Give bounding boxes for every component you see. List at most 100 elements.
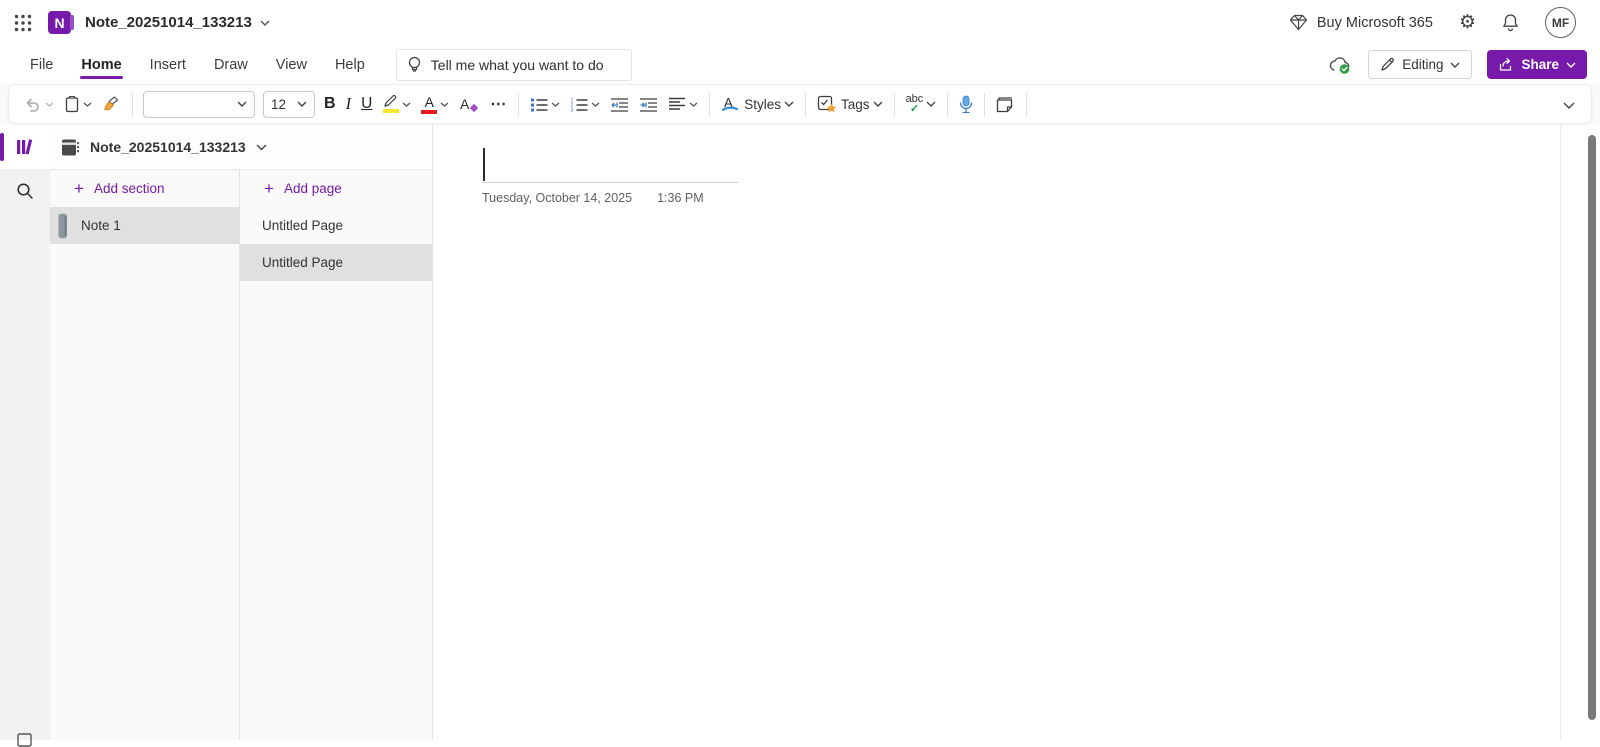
avatar-initials: MF: [1552, 16, 1569, 30]
add-section-button[interactable]: + Add section: [50, 170, 239, 207]
document-title-menu[interactable]: Note_20251014_133213: [85, 14, 270, 31]
premium-diamond-icon: [1289, 14, 1308, 31]
share-icon: [1498, 57, 1514, 72]
chevron-down-icon: [926, 101, 936, 107]
settings-gear-icon[interactable]: ⚙: [1459, 13, 1476, 32]
notifications-bell-icon[interactable]: [1502, 13, 1519, 32]
add-page-button[interactable]: + Add page: [240, 170, 432, 207]
dictate-button[interactable]: [954, 89, 978, 119]
chevron-down-icon: [591, 102, 600, 107]
tell-me-placeholder: Tell me what you want to do: [431, 57, 604, 73]
styles-button[interactable]: A Styles: [716, 89, 799, 119]
account-avatar[interactable]: MF: [1545, 7, 1576, 38]
page-time: 1:36 PM: [657, 191, 704, 205]
page-canvas[interactable]: Tuesday, October 14, 2025 1:36 PM: [433, 125, 1600, 740]
add-section-label: Add section: [94, 181, 165, 196]
toolbar-divider: [518, 93, 519, 116]
page-label: Untitled Page: [262, 255, 343, 270]
more-formatting-button[interactable]: ⋯: [485, 89, 512, 119]
spellcheck-icon: abc ✓: [906, 94, 924, 114]
underline-button[interactable]: U: [356, 89, 377, 119]
lightbulb-icon: [407, 56, 422, 74]
outdent-button[interactable]: [605, 89, 634, 119]
indent-icon: [639, 97, 658, 112]
plus-icon: +: [74, 180, 84, 197]
buy-label: Buy Microsoft 365: [1317, 15, 1433, 31]
text-cursor: [483, 148, 485, 181]
italic-button[interactable]: I: [341, 89, 357, 119]
notebook-header[interactable]: Note_20251014_133213: [50, 125, 433, 170]
undo-button[interactable]: [19, 89, 59, 119]
font-size-select[interactable]: 12: [263, 91, 315, 118]
chevron-down-icon: [873, 101, 883, 107]
alignment-button[interactable]: [663, 89, 703, 119]
collapse-ribbon-button[interactable]: [1563, 85, 1575, 125]
paste-button[interactable]: [59, 89, 97, 119]
chevron-down-icon: [551, 102, 560, 107]
chevron-down-icon: [402, 102, 411, 107]
tags-button[interactable]: Tags: [812, 89, 888, 119]
align-text-icon: [668, 97, 686, 111]
chevron-down-icon: [1563, 102, 1575, 109]
buy-microsoft-365-button[interactable]: Buy Microsoft 365: [1289, 14, 1433, 31]
highlight-button[interactable]: [377, 89, 416, 119]
microphone-icon: [959, 95, 973, 114]
toolbar-divider: [1026, 93, 1027, 116]
page-date: Tuesday, October 14, 2025: [482, 191, 632, 205]
tab-file[interactable]: File: [16, 45, 67, 84]
search-icon: [16, 182, 34, 200]
section-item[interactable]: Note 1: [50, 207, 239, 244]
tab-view[interactable]: View: [262, 45, 321, 84]
notebooks-library-icon: [16, 138, 34, 156]
tab-help[interactable]: Help: [321, 45, 379, 84]
scrollbar-thumb[interactable]: [1588, 135, 1596, 720]
tab-home[interactable]: Home: [67, 45, 135, 84]
clear-formatting-button[interactable]: A: [454, 89, 485, 119]
page-datetime: Tuesday, October 14, 2025 1:36 PM: [482, 191, 704, 205]
onenote-logo-icon[interactable]: N: [48, 11, 71, 34]
bullet-list-button[interactable]: [525, 89, 565, 119]
rail-item-switch-notebooks[interactable]: [17, 733, 32, 747]
indent-button[interactable]: [634, 89, 663, 119]
feed-button[interactable]: [991, 89, 1020, 119]
undo-icon: [24, 96, 42, 112]
numbered-list-icon: 1 2 3: [570, 97, 588, 112]
toolbar-divider: [947, 93, 948, 116]
format-painter-button[interactable]: [97, 89, 126, 119]
app-launcher-icon[interactable]: [0, 0, 46, 45]
section-label: Note 1: [81, 218, 121, 233]
ribbon-tab-row: File Home Insert Draw View Help Tell me …: [0, 45, 1600, 84]
tell-me-search-input[interactable]: Tell me what you want to do: [396, 49, 632, 81]
font-family-select[interactable]: [143, 91, 255, 118]
outdent-icon: [610, 97, 629, 112]
share-button[interactable]: Share: [1487, 50, 1587, 79]
sync-status-icon: [1327, 55, 1353, 75]
main-content: Note_20251014_133213 + Add section Note …: [0, 125, 1600, 740]
font-size-value: 12: [271, 97, 286, 112]
document-title: Note_20251014_133213: [85, 14, 252, 31]
chevron-down-icon: [297, 101, 307, 107]
add-page-label: Add page: [284, 181, 342, 196]
font-color-button[interactable]: A: [416, 89, 454, 119]
page-pane: + Add page Untitled Page Untitled Page: [240, 170, 433, 740]
page-item[interactable]: Untitled Page: [240, 244, 432, 281]
format-painter-icon: [102, 95, 121, 113]
chevron-down-icon: [256, 144, 267, 151]
notebook-switcher-icon: [17, 733, 32, 747]
toolbar-divider: [132, 93, 133, 116]
bold-button[interactable]: B: [319, 89, 341, 119]
tab-insert[interactable]: Insert: [136, 45, 200, 84]
font-color-icon: A: [421, 95, 437, 114]
toolbar-divider: [894, 93, 895, 116]
rail-item-search[interactable]: [0, 169, 50, 213]
spellcheck-button[interactable]: abc ✓: [901, 89, 942, 119]
chevron-down-icon: [784, 101, 794, 107]
section-tab-icon: [57, 212, 69, 240]
page-label: Untitled Page: [262, 218, 343, 233]
tab-draw[interactable]: Draw: [200, 45, 262, 84]
chevron-down-icon: [260, 20, 270, 26]
rail-item-notebooks[interactable]: [0, 125, 50, 169]
editing-mode-button[interactable]: Editing: [1368, 50, 1472, 79]
numbered-list-button[interactable]: 1 2 3: [565, 89, 605, 119]
page-item[interactable]: Untitled Page: [240, 207, 432, 244]
